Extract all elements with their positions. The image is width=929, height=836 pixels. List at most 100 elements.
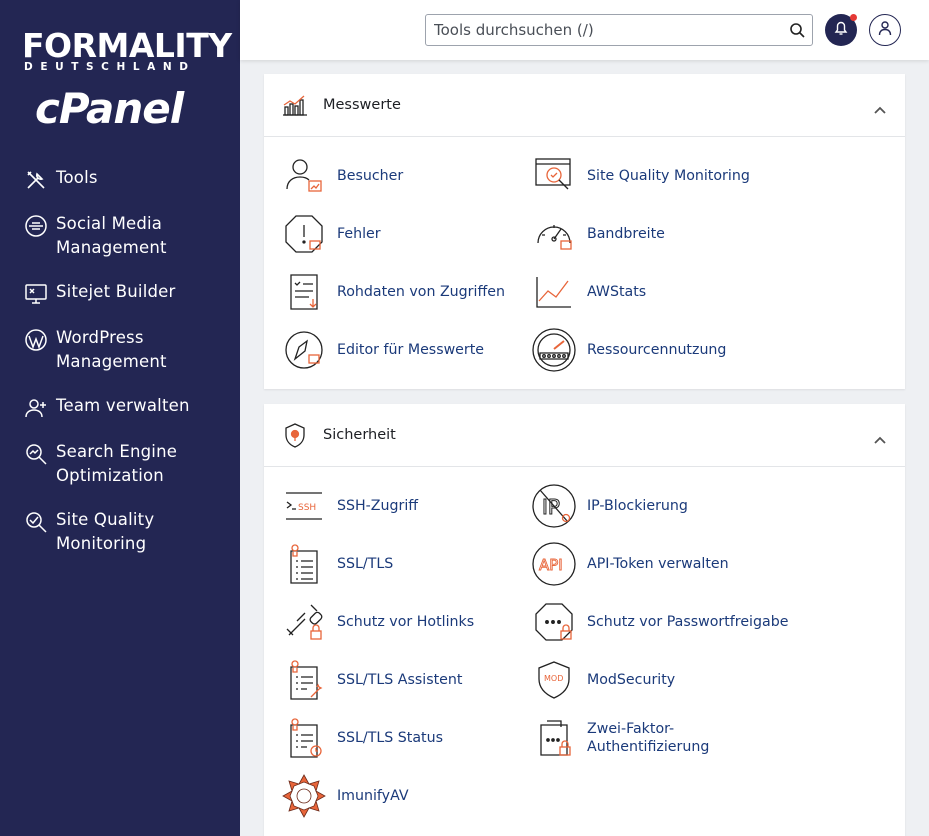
tool-label: Editor für Messwerte (337, 342, 485, 358)
user-menu-button[interactable] (869, 14, 901, 46)
sitejet-icon (24, 282, 48, 306)
team-icon (24, 396, 48, 420)
brand-subtitle: DEUTSCHLAND (24, 61, 196, 73)
tool-label: Bandbreite (587, 226, 665, 242)
tool-hotlink[interactable]: Schutz vor Hotlinks (280, 598, 474, 646)
sidebar-item-label: Team verwalten (56, 396, 190, 415)
wordpress-icon (24, 328, 48, 352)
tool-errors[interactable]: Fehler (280, 210, 381, 258)
section-title: Messwerte (323, 97, 401, 113)
search-input[interactable] (426, 15, 766, 45)
sidebar-item-label: Tools (56, 168, 98, 187)
tool-ssh[interactable]: SSH SSH-Zugriff (280, 482, 418, 530)
raw-access-icon (280, 268, 328, 316)
ssl-status-icon (280, 714, 328, 762)
tool-password-protection[interactable]: Schutz vor Passwortfreigabe (530, 598, 788, 646)
chevron-up-icon[interactable] (873, 430, 887, 444)
sidebar-item-seo[interactable]: Search Engine Optimization (0, 438, 240, 490)
search-box (425, 14, 813, 46)
tool-label: Schutz vor Hotlinks (337, 614, 475, 630)
sidebar-item-social-media[interactable]: Social Media Management (0, 210, 240, 262)
tool-label: Fehler (337, 226, 381, 242)
tool-label: Besucher (337, 168, 404, 184)
awstats-icon (530, 268, 578, 316)
tool-label: SSL/TLS (337, 556, 394, 572)
mod-icon-text: MOD (544, 674, 563, 683)
imunifyav-icon (280, 772, 328, 820)
tool-ssl-status[interactable]: SSL/TLS Status (280, 714, 443, 762)
ssh-icon-text: SSH (298, 503, 316, 513)
chevron-up-icon[interactable] (873, 100, 887, 114)
ssl-wizard-icon (280, 656, 328, 704)
tool-ip-blocker[interactable]: IP IP-Blockierung (530, 482, 688, 530)
section-header[interactable]: Messwerte (264, 74, 905, 137)
tool-bandwidth[interactable]: Bandbreite (530, 210, 665, 258)
sidebar-item-label: Search Engine Optimization (56, 442, 178, 485)
tool-modsecurity[interactable]: MOD ModSecurity (530, 656, 675, 704)
sidebar-item-team[interactable]: Team verwalten (0, 392, 240, 422)
tool-raw-access[interactable]: Rohdaten von Zugriffen (280, 268, 505, 316)
section-security: Sicherheit SSH SSH-Zugriff IP IP-Blockie… (264, 404, 905, 836)
api-icon-text: API (539, 556, 563, 574)
metrics-editor-icon (280, 326, 328, 374)
hotlink-icon (280, 598, 328, 646)
bandwidth-icon (530, 210, 578, 258)
tool-label: Rohdaten von Zugriffen (337, 284, 505, 300)
tool-ssl-wizard[interactable]: SSL/TLS Assistent (280, 656, 462, 704)
tool-ssl-tls[interactable]: SSL/TLS (280, 540, 393, 588)
brand-name: FORMALITY (22, 26, 232, 65)
sidebar-item-site-quality[interactable]: Site Quality Monitoring (0, 506, 240, 558)
modsecurity-icon: MOD (530, 656, 578, 704)
tool-two-factor[interactable]: Zwei-Faktor-Authentifizierung (530, 714, 757, 762)
tool-metrics-editor[interactable]: Editor für Messwerte (280, 326, 484, 374)
sidebar-item-sitejet[interactable]: Sitejet Builder (0, 278, 240, 308)
tool-label: Schutz vor Passwortfreigabe (587, 614, 789, 630)
password-protection-icon (530, 598, 578, 646)
search-icon[interactable] (789, 22, 805, 38)
site-quality-monitoring-icon (530, 152, 578, 200)
tool-site-quality-monitoring[interactable]: Site Quality Monitoring (530, 152, 750, 200)
tool-label: ImunifyAV (337, 788, 409, 804)
metrics-section-icon (280, 90, 310, 120)
site-quality-icon (24, 510, 48, 534)
resource-usage-icon (530, 326, 578, 374)
visitors-icon (280, 152, 328, 200)
tool-label: Ressourcennutzung (587, 342, 727, 358)
social-media-icon (24, 214, 48, 238)
tool-visitors[interactable]: Besucher (280, 152, 403, 200)
tool-resource-usage[interactable]: Ressourcennutzung (530, 326, 726, 374)
notification-badge (850, 14, 857, 21)
tools-icon (24, 168, 48, 192)
ip-blocker-icon: IP (530, 482, 578, 530)
tool-awstats[interactable]: AWStats (530, 268, 646, 316)
user-icon (877, 20, 893, 40)
tool-imunifyav[interactable]: ImunifyAV (280, 772, 409, 820)
tool-label: SSH-Zugriff (337, 498, 419, 514)
security-shield-icon (280, 420, 310, 450)
api-token-icon: API (530, 540, 578, 588)
seo-icon (24, 442, 48, 466)
tool-label: API-Token verwalten (587, 556, 729, 572)
ip-icon-text: IP (542, 495, 560, 519)
errors-icon (280, 210, 328, 258)
tool-label: ModSecurity (587, 672, 676, 688)
two-factor-icon (530, 714, 578, 762)
sidebar-nav: Tools Social Media Management Sitejet Bu… (0, 164, 240, 574)
tool-label: Site Quality Monitoring (587, 168, 750, 184)
ssl-tls-icon (280, 540, 328, 588)
sidebar: FORMALITY DEUTSCHLAND cPanel Tools Socia… (0, 0, 240, 836)
section-title: Sicherheit (323, 427, 396, 443)
brand-logo[interactable]: FORMALITY DEUTSCHLAND (22, 26, 232, 73)
sidebar-item-label: WordPress Management (56, 328, 167, 371)
sidebar-item-tools[interactable]: Tools (0, 164, 240, 194)
sidebar-item-label: Sitejet Builder (56, 282, 176, 301)
cpanel-logo[interactable]: cPanel (35, 86, 184, 132)
tool-api-token[interactable]: API API-Token verwalten (530, 540, 729, 588)
top-header (240, 0, 929, 60)
sidebar-item-label: Social Media Management (56, 214, 167, 257)
section-metrics: Messwerte Besucher Site Quality Monitori… (264, 74, 905, 389)
sidebar-item-wordpress[interactable]: WordPress Management (0, 324, 240, 376)
section-header[interactable]: Sicherheit (264, 404, 905, 467)
ssh-icon: SSH (280, 482, 328, 530)
tool-label: SSL/TLS Status (337, 730, 443, 746)
